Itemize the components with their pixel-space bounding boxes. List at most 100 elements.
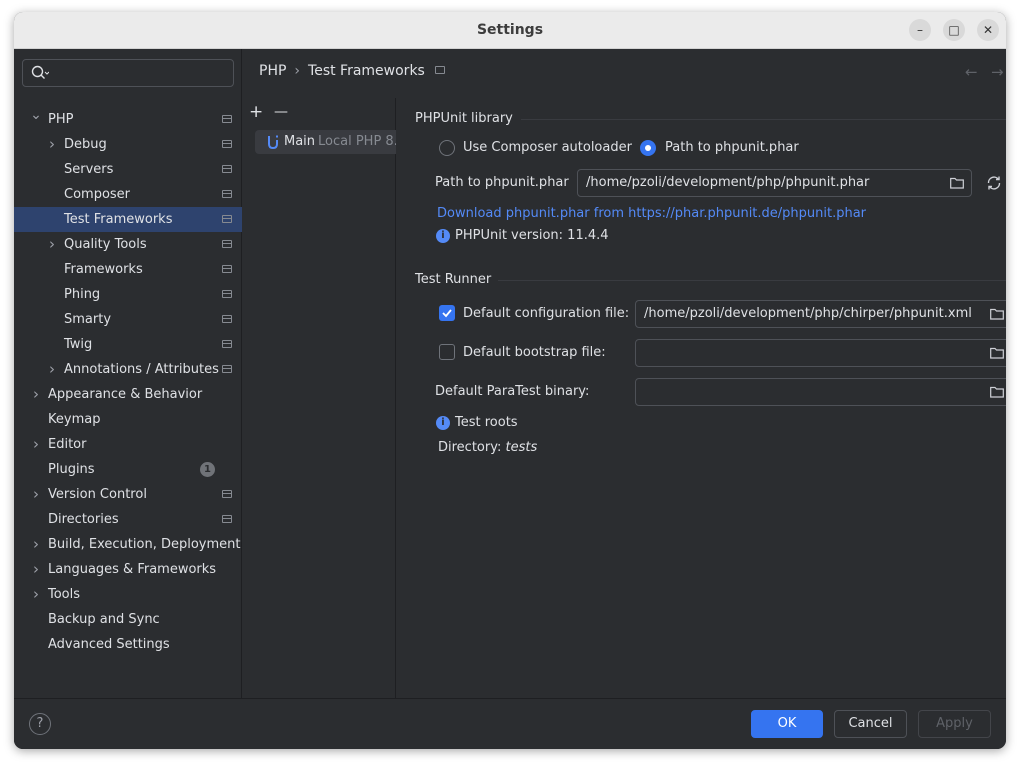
settings-content: PHP › Test Frameworks ← → + — Main Local P… [243, 49, 1006, 708]
sidebar-item-version-control[interactable]: › Version Control [14, 482, 242, 507]
sidebar-item-backup-and-sync[interactable]: Backup and Sync [14, 607, 242, 632]
info-icon: i [436, 416, 450, 430]
sidebar-item-annotations-attributes[interactable]: › Annotations / Attributes [14, 357, 242, 382]
default-config-checkbox[interactable] [439, 305, 455, 321]
phar-path-input[interactable]: /home/pzoli/development/php/phpunit.phar [577, 169, 972, 197]
project-scope-icon [434, 66, 445, 74]
sidebar-item-smarty[interactable]: Smarty [14, 307, 242, 332]
remove-framework-button[interactable]: — [274, 104, 288, 121]
search-input[interactable] [55, 62, 225, 84]
maximize-button[interactable]: □ [943, 19, 965, 41]
sidebar-item-label: Directories [48, 512, 119, 527]
sidebar-item-debug[interactable]: › Debug [14, 132, 242, 157]
sidebar-item-build-execution-deployment[interactable]: › Build, Execution, Deployment [14, 532, 242, 557]
forward-arrow-icon[interactable]: → [991, 63, 1004, 81]
close-button[interactable]: ✕ [977, 19, 999, 41]
chevron-right-icon[interactable]: › [30, 582, 42, 607]
sidebar-item-label: Annotations / Attributes [64, 362, 219, 377]
project-scope-icon [222, 115, 232, 123]
chevron-down-icon[interactable]: ⌄ [30, 103, 42, 128]
breadcrumb-separator: › [294, 63, 301, 79]
use-composer-autoloader-label: Use Composer autoloader [463, 140, 632, 155]
title-bar: Settings – □ ✕ [14, 12, 1006, 49]
phar-path-label: Path to phpunit.phar [435, 175, 569, 190]
default-bootstrap-checkbox[interactable] [439, 344, 455, 360]
directory-value: tests [505, 440, 538, 455]
folder-icon[interactable] [990, 386, 1004, 398]
folder-icon[interactable] [990, 347, 1004, 359]
sidebar-item-keymap[interactable]: Keymap [14, 407, 242, 432]
default-bootstrap-label: Default bootstrap file: [463, 345, 606, 360]
search-field[interactable] [22, 59, 234, 87]
sidebar-item-label: Tools [48, 587, 81, 602]
sidebar-item-label: Languages & Frameworks [48, 562, 217, 577]
paratest-binary-input[interactable] [635, 378, 1006, 406]
chevron-right-icon[interactable]: › [30, 482, 42, 507]
search-icon [31, 65, 49, 79]
sidebar-item-label: Test Frameworks [64, 212, 173, 227]
sidebar-item-tools[interactable]: › Tools [14, 582, 242, 607]
sidebar-item-label: Backup and Sync [48, 612, 160, 627]
plugins-update-badge: 1 [200, 462, 215, 477]
ok-button[interactable]: OK [751, 710, 823, 738]
breadcrumb: PHP › Test Frameworks [259, 63, 445, 79]
chevron-right-icon[interactable]: › [46, 132, 58, 157]
minimize-button[interactable]: – [909, 19, 931, 41]
sidebar-item-label: Advanced Settings [48, 637, 170, 652]
sidebar-item-label: PHP [48, 112, 74, 127]
section-divider [498, 280, 1006, 281]
framework-item-main[interactable]: Main Local PHP 8.3 [255, 130, 396, 154]
sidebar-item-advanced-settings[interactable]: Advanced Settings [14, 632, 242, 657]
dialog-footer: ? OK Cancel Apply [14, 698, 1006, 749]
sidebar-item-test-frameworks[interactable]: Test Frameworks [14, 207, 242, 232]
chevron-right-icon[interactable]: › [30, 432, 42, 457]
apply-button[interactable]: Apply [918, 710, 991, 738]
project-scope-icon [222, 190, 232, 198]
sidebar-item-composer[interactable]: Composer [14, 182, 242, 207]
cancel-button[interactable]: Cancel [834, 710, 907, 738]
breadcrumb-parent[interactable]: PHP [259, 63, 286, 79]
sidebar-item-quality-tools[interactable]: › Quality Tools [14, 232, 242, 257]
sidebar-item-label: Quality Tools [64, 237, 147, 252]
path-to-phar-radio[interactable] [640, 140, 656, 156]
default-config-label: Default configuration file: [463, 306, 630, 321]
default-bootstrap-input[interactable] [635, 339, 1006, 367]
default-config-input[interactable]: /home/pzoli/development/php/chirper/phpu… [635, 300, 1006, 328]
sidebar-item-plugins[interactable]: Plugins 1 [14, 457, 242, 482]
chevron-right-icon[interactable]: › [30, 557, 42, 582]
folder-icon[interactable] [950, 177, 964, 189]
framework-item-name: Main [284, 134, 316, 149]
sidebar-item-editor[interactable]: › Editor [14, 432, 242, 457]
chevron-right-icon[interactable]: › [30, 532, 42, 557]
sidebar-item-servers[interactable]: Servers [14, 157, 242, 182]
back-arrow-icon[interactable]: ← [965, 63, 978, 81]
default-config-value: /home/pzoli/development/php/chirper/phpu… [644, 306, 972, 321]
chevron-right-icon[interactable]: › [30, 382, 42, 407]
breadcrumb-current: Test Frameworks [308, 63, 425, 79]
sidebar-item-languages-frameworks[interactable]: › Languages & Frameworks [14, 557, 242, 582]
refresh-icon[interactable] [986, 175, 1002, 191]
add-framework-button[interactable]: + [249, 104, 263, 121]
chevron-right-icon[interactable]: › [46, 232, 58, 257]
phpunit-library-heading: PHPUnit library [415, 111, 513, 126]
sidebar-item-frameworks[interactable]: Frameworks [14, 257, 242, 282]
paratest-binary-label: Default ParaTest binary: [435, 384, 590, 399]
sidebar-item-label: Composer [64, 187, 131, 202]
project-scope-icon [222, 165, 232, 173]
sidebar-item-appearance-behavior[interactable]: › Appearance & Behavior [14, 382, 242, 407]
download-phpunit-link[interactable]: Download phpunit.phar from https://phar.… [437, 206, 866, 221]
folder-icon[interactable] [990, 308, 1004, 320]
sidebar-item-phing[interactable]: Phing [14, 282, 242, 307]
phpunit-version: PHPUnit version: 11.4.4 [455, 228, 609, 243]
sidebar-item-php[interactable]: ⌄ PHP [14, 107, 242, 132]
framework-list: + — Main Local PHP 8.3 [243, 98, 396, 708]
use-composer-autoloader-radio[interactable] [439, 140, 455, 156]
sidebar-item-label: Phing [64, 287, 101, 302]
project-scope-icon [222, 290, 232, 298]
settings-window: Settings – □ ✕ ⌄ PHP › Debug Servers Composer… [14, 12, 1006, 749]
chevron-right-icon[interactable]: › [46, 357, 58, 382]
help-button[interactable]: ? [29, 713, 51, 735]
sidebar-item-directories[interactable]: Directories [14, 507, 242, 532]
sidebar-item-twig[interactable]: Twig [14, 332, 242, 357]
sidebar-item-label: Build, Execution, Deployment [48, 537, 241, 552]
